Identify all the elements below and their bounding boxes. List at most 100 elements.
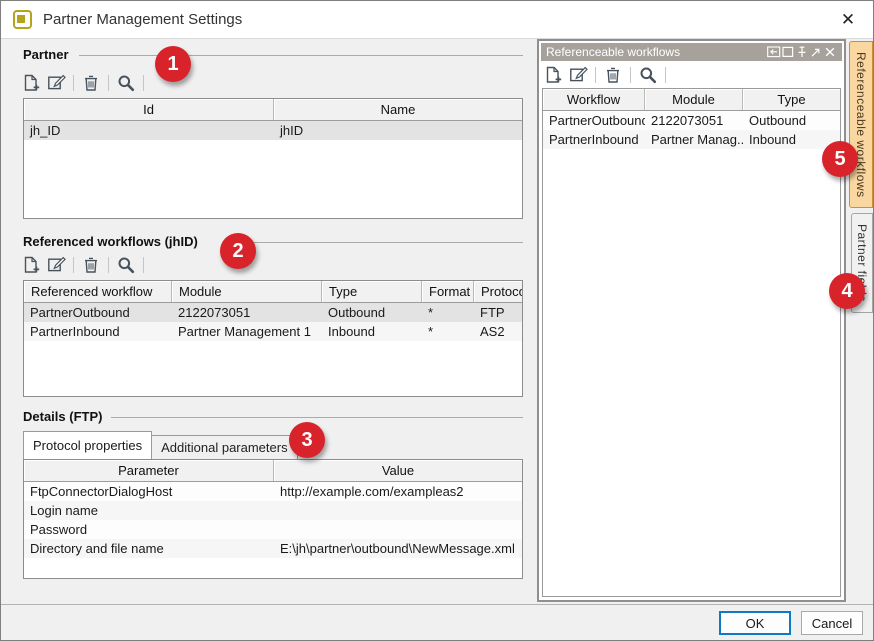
- ok-button[interactable]: OK: [719, 611, 791, 635]
- toolbar-separator: [143, 75, 144, 91]
- cancel-button[interactable]: Cancel: [801, 611, 863, 635]
- delete-icon[interactable]: [81, 73, 101, 93]
- details-section-label: Details (FTP): [23, 409, 102, 424]
- column-header[interactable]: Protocol: [474, 281, 522, 302]
- cell-name: jhID: [274, 123, 522, 138]
- details-table: Parameter Value FtpConnectorDialogHost h…: [23, 459, 523, 579]
- table-row[interactable]: PartnerInbound Partner Manag... Inbound: [543, 130, 840, 149]
- cell-workflow: PartnerInbound: [543, 132, 645, 147]
- footer-divider: [1, 604, 873, 605]
- callout-badge-5: 5: [822, 141, 858, 177]
- details-table-header: Parameter Value: [24, 460, 522, 482]
- panel-title: Referenceable workflows: [546, 45, 767, 59]
- cell-parameter: Login name: [24, 503, 274, 518]
- referenceable-workflows-table: Workflow Module Type PartnerOutbound 212…: [542, 88, 841, 597]
- partner-table: Id Name jh_ID jhID: [23, 98, 523, 219]
- cell-workflow: PartnerOutbound: [543, 113, 645, 128]
- table-row[interactable]: PartnerInbound Partner Management 1 Inbo…: [24, 322, 522, 341]
- cell-parameter: Password: [24, 522, 274, 537]
- details-tabs: Protocol properties Additional parameter…: [23, 431, 298, 459]
- dialog-title: Partner Management Settings: [43, 11, 242, 28]
- search-icon[interactable]: [638, 65, 658, 85]
- new-icon[interactable]: [21, 255, 41, 275]
- cell-protocol: FTP: [474, 305, 522, 320]
- column-header[interactable]: Name: [274, 99, 522, 120]
- pin-icon[interactable]: [795, 45, 809, 59]
- maximize-icon[interactable]: [781, 45, 795, 59]
- referenced-table-header: Referenced workflow Module Type Format P…: [24, 281, 522, 303]
- new-icon[interactable]: [543, 65, 563, 85]
- toolbar-separator: [73, 75, 74, 91]
- edit-icon[interactable]: [46, 255, 66, 275]
- column-header[interactable]: Value: [274, 460, 522, 481]
- panel-titlebar[interactable]: Referenceable workflows: [541, 43, 842, 61]
- callout-badge-1: 1: [155, 46, 191, 82]
- side-tab-referenceable-workflows[interactable]: Referenceable workflows: [849, 41, 873, 208]
- cell-module: 2122073051: [172, 305, 322, 320]
- partner-table-header: Id Name: [24, 99, 522, 121]
- cell-format: *: [422, 324, 474, 339]
- column-header[interactable]: Format: [422, 281, 474, 302]
- cell-module: Partner Management 1: [172, 324, 322, 339]
- partner-management-settings-dialog: Partner Management Settings ✕ Partner Id…: [0, 0, 874, 641]
- panel-table-header: Workflow Module Type: [543, 89, 840, 111]
- column-header[interactable]: Workflow: [543, 89, 645, 110]
- partner-toolbar: [21, 72, 146, 94]
- delete-icon[interactable]: [603, 65, 623, 85]
- search-icon[interactable]: [116, 255, 136, 275]
- partner-section-label: Partner: [23, 47, 69, 62]
- table-row[interactable]: PartnerOutbound 2122073051 Outbound: [543, 111, 840, 130]
- cell-module: Partner Manag...: [645, 132, 743, 147]
- column-header[interactable]: Referenced workflow: [24, 281, 172, 302]
- search-icon[interactable]: [116, 73, 136, 93]
- cell-type: Inbound: [743, 132, 840, 147]
- close-icon[interactable]: ✕: [837, 9, 859, 31]
- table-row[interactable]: PartnerOutbound 2122073051 Outbound * FT…: [24, 303, 522, 322]
- side-tab-label: Referenceable workflows: [854, 52, 868, 198]
- cell-workflow: PartnerInbound: [24, 324, 172, 339]
- partner-groupbox-line: [79, 55, 523, 56]
- column-header[interactable]: Module: [645, 89, 743, 110]
- referenceable-workflows-panel: Referenceable workflows Workflow Module …: [537, 39, 846, 602]
- table-row[interactable]: Login name: [24, 501, 522, 520]
- cell-format: *: [422, 305, 474, 320]
- toolbar-separator: [143, 257, 144, 273]
- toolbar-separator: [665, 67, 666, 83]
- toolbar-separator: [108, 75, 109, 91]
- edit-icon[interactable]: [46, 73, 66, 93]
- table-row[interactable]: FtpConnectorDialogHost http://example.co…: [24, 482, 522, 501]
- column-header[interactable]: Type: [322, 281, 422, 302]
- column-header[interactable]: Module: [172, 281, 322, 302]
- cell-value: E:\jh\partner\outbound\NewMessage.xml: [274, 541, 522, 556]
- edit-icon[interactable]: [568, 65, 588, 85]
- toolbar-separator: [595, 67, 596, 83]
- referenced-workflows-table: Referenced workflow Module Type Format P…: [23, 280, 523, 397]
- table-row[interactable]: Directory and file name E:\jh\partner\ou…: [24, 539, 522, 558]
- cell-type: Outbound: [743, 113, 840, 128]
- delete-icon[interactable]: [81, 255, 101, 275]
- column-header[interactable]: Type: [743, 89, 840, 110]
- tab-additional-parameters[interactable]: Additional parameters: [151, 435, 297, 459]
- app-icon: [13, 10, 32, 29]
- callout-badge-2: 2: [220, 233, 256, 269]
- column-header[interactable]: Id: [24, 99, 274, 120]
- cell-module: 2122073051: [645, 113, 743, 128]
- panel-toolbar: [543, 64, 668, 86]
- toolbar-separator: [73, 257, 74, 273]
- referenced-toolbar: [21, 254, 146, 276]
- float-icon[interactable]: [809, 45, 823, 59]
- cell-id: jh_ID: [24, 123, 274, 138]
- table-row[interactable]: jh_ID jhID: [24, 121, 522, 140]
- new-icon[interactable]: [21, 73, 41, 93]
- cell-type: Outbound: [322, 305, 422, 320]
- toolbar-separator: [630, 67, 631, 83]
- cell-protocol: AS2: [474, 324, 522, 339]
- callout-badge-3: 3: [289, 422, 325, 458]
- close-panel-icon[interactable]: [823, 45, 837, 59]
- table-row[interactable]: Password: [24, 520, 522, 539]
- cell-parameter: FtpConnectorDialogHost: [24, 484, 274, 499]
- titlebar: Partner Management Settings ✕: [1, 1, 873, 39]
- dock-left-icon[interactable]: [767, 45, 781, 59]
- tab-protocol-properties[interactable]: Protocol properties: [23, 431, 152, 459]
- column-header[interactable]: Parameter: [24, 460, 274, 481]
